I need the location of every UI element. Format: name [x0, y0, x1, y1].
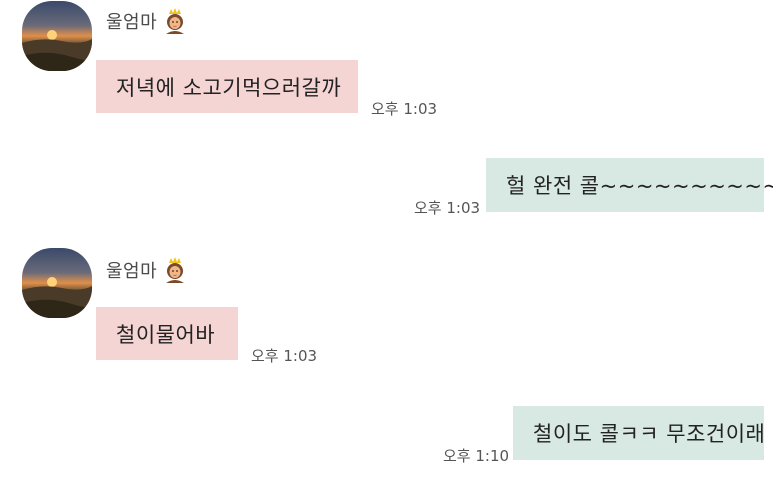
sunset-avatar-image	[22, 1, 92, 71]
message-bubble[interactable]: 헐 완전 콜~~~~~~~~~~	[486, 158, 773, 212]
princess-emoji-icon	[163, 8, 187, 34]
message-bubble[interactable]: 철이도 콜ㅋㅋ 무조건이래	[513, 406, 766, 460]
message-text: 철이도 콜ㅋㅋ 무조건이래	[533, 422, 766, 446]
message-text: 헐 완전 콜~~~~~~~~~~	[506, 174, 773, 198]
sender-avatar[interactable]	[22, 248, 92, 318]
message-text: 철이물어바	[116, 322, 216, 347]
princess-emoji-icon	[163, 257, 187, 283]
message-time: 오후 1:03	[251, 347, 318, 365]
message-bubble[interactable]: 철이물어바	[96, 307, 238, 360]
message-time: 오후 1:10	[443, 447, 510, 465]
sender-row: 울엄마	[106, 257, 187, 283]
message-text: 저녁에 소고기먹으러갈까	[116, 75, 342, 100]
sender-avatar[interactable]	[22, 1, 92, 71]
sender-row: 울엄마	[106, 8, 187, 34]
message-time: 오후 1:03	[371, 100, 438, 118]
sunset-avatar-image	[22, 248, 92, 318]
sender-name: 울엄마	[106, 261, 158, 282]
sender-name: 울엄마	[106, 12, 158, 33]
message-bubble[interactable]: 저녁에 소고기먹으러갈까	[96, 60, 358, 113]
message-time: 오후 1:03	[414, 199, 481, 217]
